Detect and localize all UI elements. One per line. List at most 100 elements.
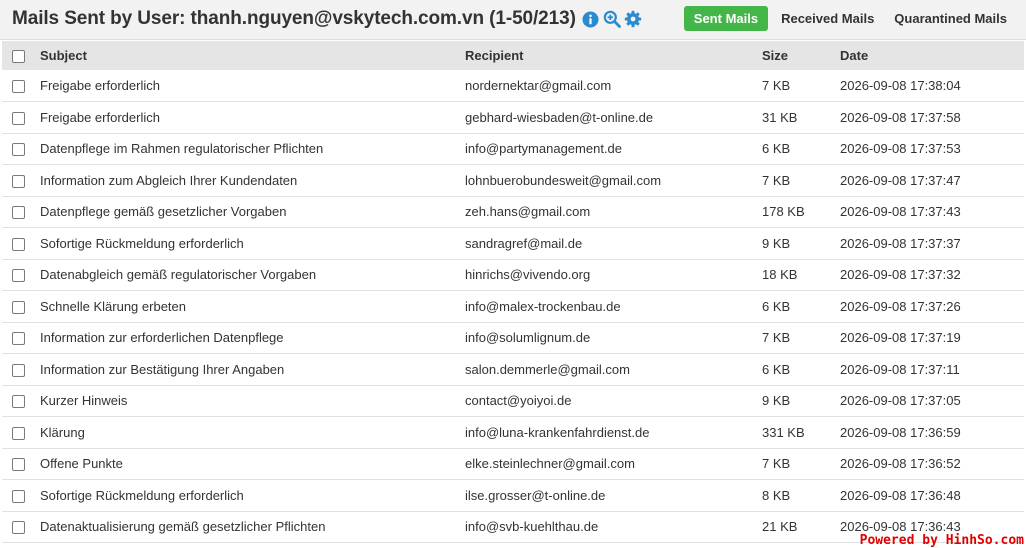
row-checkbox-cell <box>2 480 40 512</box>
gear-icon[interactable] <box>624 10 642 28</box>
size-cell: 6 KB <box>762 298 791 314</box>
row-checkbox-cell <box>2 322 40 354</box>
subject-cell[interactable]: Information zum Abgleich Ihrer Kundendat… <box>40 165 465 197</box>
recipient-cell: hinrichs@vivendo.org <box>465 267 591 283</box>
row-checkbox-cell <box>2 70 40 102</box>
recipient-cell: nordernektar@gmail.com <box>465 78 612 93</box>
size-cell: 7 KB <box>762 456 791 472</box>
size-cell: 9 KB <box>762 235 791 251</box>
select-all-checkbox[interactable] <box>12 50 25 64</box>
table-row: Kurzer Hinweis contact@yoiyoi.de 9 KB 20… <box>2 385 1024 417</box>
row-checkbox[interactable] <box>12 363 25 377</box>
tab-quarantined-mails[interactable]: Quarantined Mails <box>887 6 1014 31</box>
row-checkbox-cell <box>2 448 40 480</box>
table-row: Sofortige Rückmeldung erforderlich sandr… <box>2 228 1024 260</box>
table-row: Freigabe erforderlich nordernektar@gmail… <box>2 70 1024 102</box>
recipient-cell: sandragref@mail.de <box>465 235 583 251</box>
size-cell: 6 KB <box>762 141 791 157</box>
table-row: Klärung info@luna-krankenfahrdienst.de 3… <box>2 417 1024 449</box>
column-header-recipient[interactable]: Recipient <box>465 41 762 70</box>
column-header-subject[interactable]: Subject <box>40 41 465 70</box>
page-title: Mails Sent by User: thanh.nguyen@vskytec… <box>12 8 576 29</box>
row-checkbox[interactable] <box>12 237 25 251</box>
row-checkbox[interactable] <box>12 174 25 188</box>
row-checkbox[interactable] <box>12 426 25 440</box>
subject-cell[interactable]: Sofortige Rückmeldung erforderlich <box>40 228 465 260</box>
date-cell: 2026-09-08 17:37:58 <box>840 109 961 125</box>
subject-cell[interactable]: Kurzer Hinweis <box>40 385 465 417</box>
row-checkbox-cell <box>2 259 40 291</box>
row-checkbox-cell <box>2 133 40 165</box>
recipient-cell: info@partymanagement.de <box>465 141 623 157</box>
row-checkbox[interactable] <box>12 332 25 346</box>
subject-cell[interactable]: Freigabe erforderlich <box>40 102 465 134</box>
row-checkbox[interactable] <box>12 111 25 125</box>
date-cell: 2026-09-08 17:37:19 <box>840 330 961 346</box>
recipient-cell: salon.demmerle@gmail.com <box>465 361 630 377</box>
subject-cell[interactable]: Datenpflege gemäß gesetzlicher Vorgaben <box>40 196 465 228</box>
subject-cell[interactable]: Schnelle Klärung erbeten <box>40 291 465 323</box>
column-header-date[interactable]: Date <box>840 41 1024 70</box>
subject-cell[interactable]: Datenabgleich gemäß regulatorischer Vorg… <box>40 259 465 291</box>
tab-received-mails[interactable]: Received Mails <box>774 6 881 31</box>
row-checkbox[interactable] <box>12 458 25 472</box>
subject-cell[interactable]: Datenaktualisierung gemäß gesetzlicher P… <box>40 511 465 543</box>
table-row: Information zur Bestätigung Ihrer Angabe… <box>2 354 1024 386</box>
row-checkbox-cell <box>2 165 40 197</box>
subject-cell[interactable]: Klärung <box>40 417 465 449</box>
table-row: Information zur erforderlichen Datenpfle… <box>2 322 1024 354</box>
recipient-cell: elke.steinlechner@gmail.com <box>465 456 635 472</box>
row-checkbox-cell <box>2 228 40 260</box>
row-checkbox[interactable] <box>12 143 25 157</box>
row-checkbox[interactable] <box>12 269 25 283</box>
info-icon[interactable] <box>582 10 600 28</box>
row-checkbox[interactable] <box>12 300 25 314</box>
size-cell: 21 KB <box>762 519 798 535</box>
recipient-cell: lohnbuerobundesweit@gmail.com <box>465 172 662 188</box>
recipient-cell: gebhard-wiesbaden@t-online.de <box>465 109 654 125</box>
date-cell: 2026-09-08 17:37:32 <box>840 267 961 283</box>
recipient-cell: info@svb-kuehlthau.de <box>465 519 599 535</box>
row-checkbox-cell <box>2 102 40 134</box>
subject-cell[interactable]: Offene Punkte <box>40 448 465 480</box>
date-cell: 2026-09-08 17:37:26 <box>840 298 961 314</box>
subject-cell[interactable]: Freigabe erforderlich <box>40 70 465 102</box>
row-checkbox-cell <box>2 196 40 228</box>
recipient-cell: ilse.grosser@t-online.de <box>465 487 606 503</box>
zoom-icon[interactable] <box>603 10 621 28</box>
size-cell: 7 KB <box>762 172 791 188</box>
table-row: Datenabgleich gemäß regulatorischer Vorg… <box>2 259 1024 291</box>
row-checkbox[interactable] <box>12 521 25 535</box>
recipient-cell: contact@yoiyoi.de <box>465 393 572 409</box>
row-checkbox-cell <box>2 291 40 323</box>
row-checkbox-cell <box>2 417 40 449</box>
subject-cell[interactable]: Sofortige Rückmeldung erforderlich <box>40 480 465 512</box>
row-checkbox[interactable] <box>12 206 25 220</box>
watermark-text: Powered by HinhSo.com <box>859 533 1024 548</box>
title-icons <box>582 10 642 28</box>
table-row: Information zum Abgleich Ihrer Kundendat… <box>2 165 1024 197</box>
mails-table: Subject Recipient Size Date Freigabe erf… <box>2 41 1024 543</box>
recipient-cell: info@malex-trockenbau.de <box>465 298 621 314</box>
recipient-cell: zeh.hans@gmail.com <box>465 204 591 220</box>
row-checkbox[interactable] <box>12 489 25 503</box>
mail-tabs: Sent Mails Received Mails Quarantined Ma… <box>683 6 1014 31</box>
size-cell: 6 KB <box>762 361 791 377</box>
subject-cell[interactable]: Datenpflege im Rahmen regulatorischer Pf… <box>40 133 465 165</box>
table-row: Sofortige Rückmeldung erforderlich ilse.… <box>2 480 1024 512</box>
table-row: Offene Punkte elke.steinlechner@gmail.co… <box>2 448 1024 480</box>
date-cell: 2026-09-08 17:36:48 <box>840 487 961 503</box>
date-cell: 2026-09-08 17:37:53 <box>840 141 961 157</box>
date-cell: 2026-09-08 17:37:05 <box>840 393 961 409</box>
table-header-row: Subject Recipient Size Date <box>2 41 1024 70</box>
subject-cell[interactable]: Information zur erforderlichen Datenpfle… <box>40 322 465 354</box>
row-checkbox[interactable] <box>12 80 25 94</box>
table-row: Freigabe erforderlich gebhard-wiesbaden@… <box>2 102 1024 134</box>
recipient-cell: info@solumlignum.de <box>465 330 591 346</box>
size-cell: 7 KB <box>762 78 791 93</box>
subject-cell[interactable]: Information zur Bestätigung Ihrer Angabe… <box>40 354 465 386</box>
title-group: Mails Sent by User: thanh.nguyen@vskytec… <box>12 8 642 30</box>
row-checkbox[interactable] <box>12 395 25 409</box>
column-header-size[interactable]: Size <box>762 41 840 70</box>
tab-sent-mails[interactable]: Sent Mails <box>683 6 769 31</box>
